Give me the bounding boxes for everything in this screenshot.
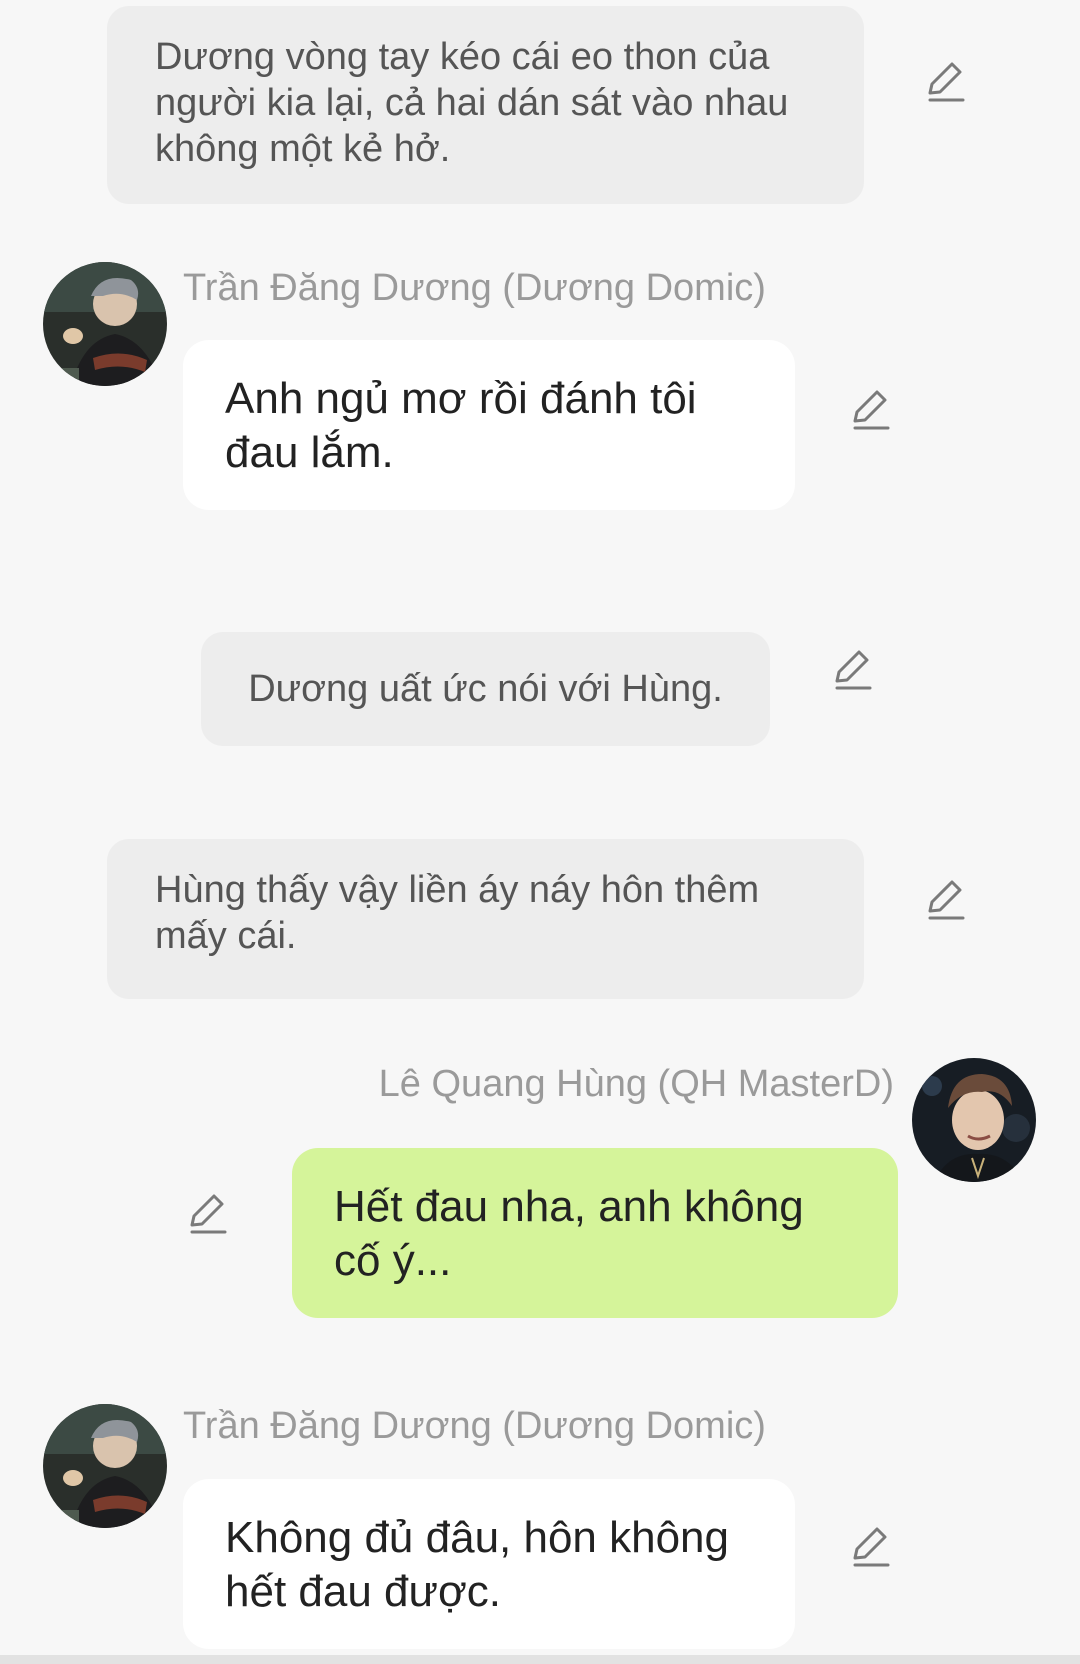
incoming-message-bubble: Không đủ đâu, hôn không hết đau được.	[183, 1479, 795, 1649]
edit-message-button[interactable]	[848, 1525, 892, 1569]
pencil-icon	[928, 880, 965, 920]
sender-name: Lê Quang Hùng (QH MasterD)	[378, 1063, 894, 1105]
avatar[interactable]	[43, 1404, 167, 1528]
sender-name: Trần Đăng Dương (Dương Domic)	[183, 1405, 766, 1447]
pencil-icon	[928, 62, 965, 102]
narration-message: Hùng thấy vậy liền áy náy hôn thêm mấy c…	[107, 839, 864, 999]
narration-text: Hùng thấy vậy liền áy náy hôn thêm mấy c…	[155, 869, 760, 957]
narration-text: Dương uất ức nói với Hùng.	[248, 668, 723, 710]
message-text: Không đủ đâu, hôn không hết đau được.	[225, 1513, 730, 1616]
pencil-icon	[835, 650, 872, 690]
message-text: Hết đau nha, anh không cố ý...	[334, 1182, 804, 1285]
pencil-icon	[190, 1194, 227, 1234]
avatar[interactable]	[912, 1058, 1036, 1182]
incoming-message-bubble: Anh ngủ mơ rồi đánh tôi đau lắm.	[183, 340, 795, 510]
pencil-icon	[853, 390, 890, 430]
edit-message-button[interactable]	[185, 1192, 229, 1236]
edit-message-button[interactable]	[923, 878, 967, 922]
message-text: Anh ngủ mơ rồi đánh tôi đau lắm.	[225, 374, 697, 477]
avatar-photo	[43, 1404, 167, 1528]
avatar-photo	[43, 262, 167, 386]
edit-message-button[interactable]	[830, 648, 874, 692]
avatar[interactable]	[43, 262, 167, 386]
edit-message-button[interactable]	[848, 388, 892, 432]
bottom-divider	[0, 1655, 1080, 1664]
avatar-photo	[912, 1058, 1036, 1182]
narration-text: Dương vòng tay kéo cái eo thon của người…	[155, 36, 789, 170]
narration-message: Dương vòng tay kéo cái eo thon của người…	[107, 6, 864, 204]
pencil-icon	[853, 1527, 890, 1567]
edit-message-button[interactable]	[923, 60, 967, 104]
sender-name: Trần Đăng Dương (Dương Domic)	[183, 267, 766, 309]
outgoing-message-bubble: Hết đau nha, anh không cố ý...	[292, 1148, 898, 1318]
narration-message: Dương uất ức nói với Hùng.	[201, 632, 770, 746]
